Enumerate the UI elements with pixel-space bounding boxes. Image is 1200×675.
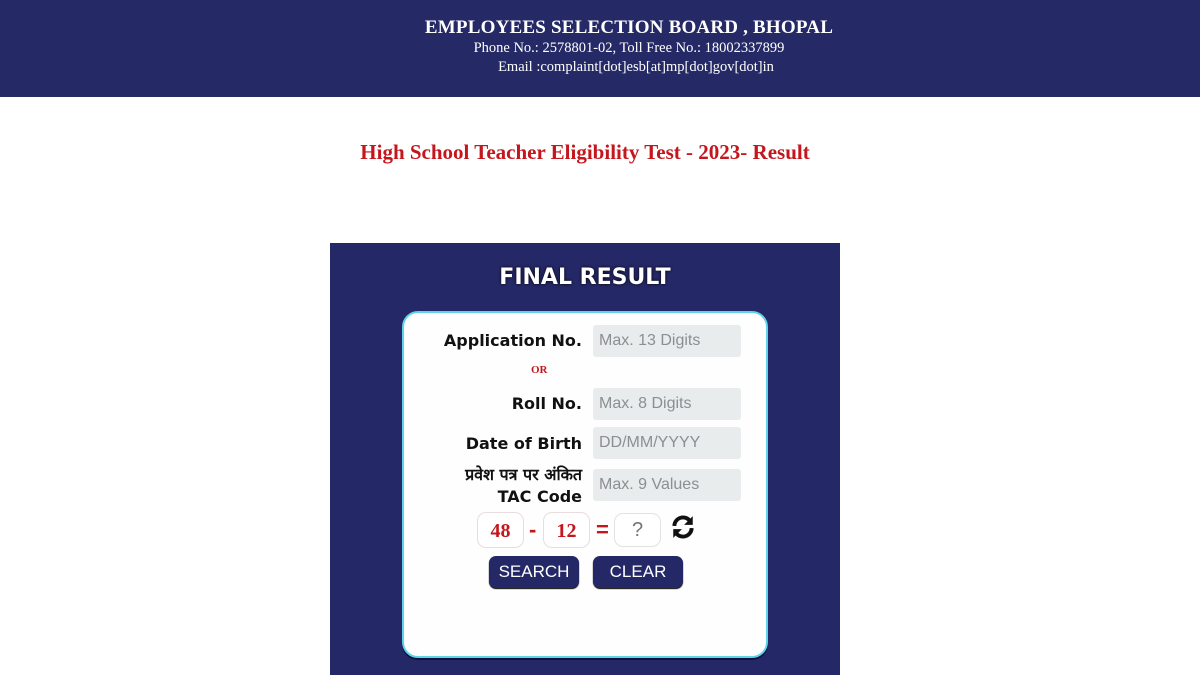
page-title: High School Teacher Eligibility Test - 2…	[360, 140, 810, 164]
tac-label-hindi: प्रवेश पत्र पर अंकित	[465, 465, 582, 484]
captcha-operator: -	[529, 517, 537, 542]
roll-number-input[interactable]	[593, 388, 741, 420]
refresh-icon[interactable]	[670, 514, 696, 540]
tac-code-input[interactable]	[593, 469, 741, 501]
application-number-input[interactable]	[593, 325, 741, 357]
captcha-operand-1: 48	[477, 512, 524, 548]
clear-button[interactable]: CLEAR	[593, 556, 683, 588]
or-separator: OR	[531, 364, 548, 376]
tac-label-english: TAC Code	[497, 487, 582, 506]
contact-email: Email :complaint[dot]esb[at]mp[dot]gov[d…	[498, 59, 774, 75]
form-title: FINAL RESULT	[499, 265, 671, 290]
captcha-equals: =	[596, 517, 609, 542]
captcha-answer-input[interactable]	[614, 513, 661, 547]
dob-label: Date of Birth	[465, 434, 582, 453]
result-form-panel: Application No. OR Roll No. Date of Birt…	[402, 311, 768, 658]
captcha-operand-2: 12	[543, 512, 590, 548]
organization-name: EMPLOYEES SELECTION BOARD , BHOPAL	[424, 17, 834, 38]
site-header: EMPLOYEES SELECTION BOARD , BHOPAL Phone…	[0, 0, 1200, 97]
date-of-birth-input[interactable]	[593, 427, 741, 459]
result-form-container: FINAL RESULT Application No. OR Roll No.…	[330, 243, 840, 675]
roll-label: Roll No.	[511, 394, 582, 413]
application-label: Application No.	[443, 331, 582, 350]
tac-label: प्रवेश पत्र पर अंकित TAC Code	[465, 464, 582, 508]
contact-phone: Phone No.: 2578801-02, Toll Free No.: 18…	[473, 40, 785, 56]
search-button[interactable]: SEARCH	[489, 556, 579, 588]
page-title-container: High School Teacher Eligibility Test - 2…	[0, 140, 1200, 165]
